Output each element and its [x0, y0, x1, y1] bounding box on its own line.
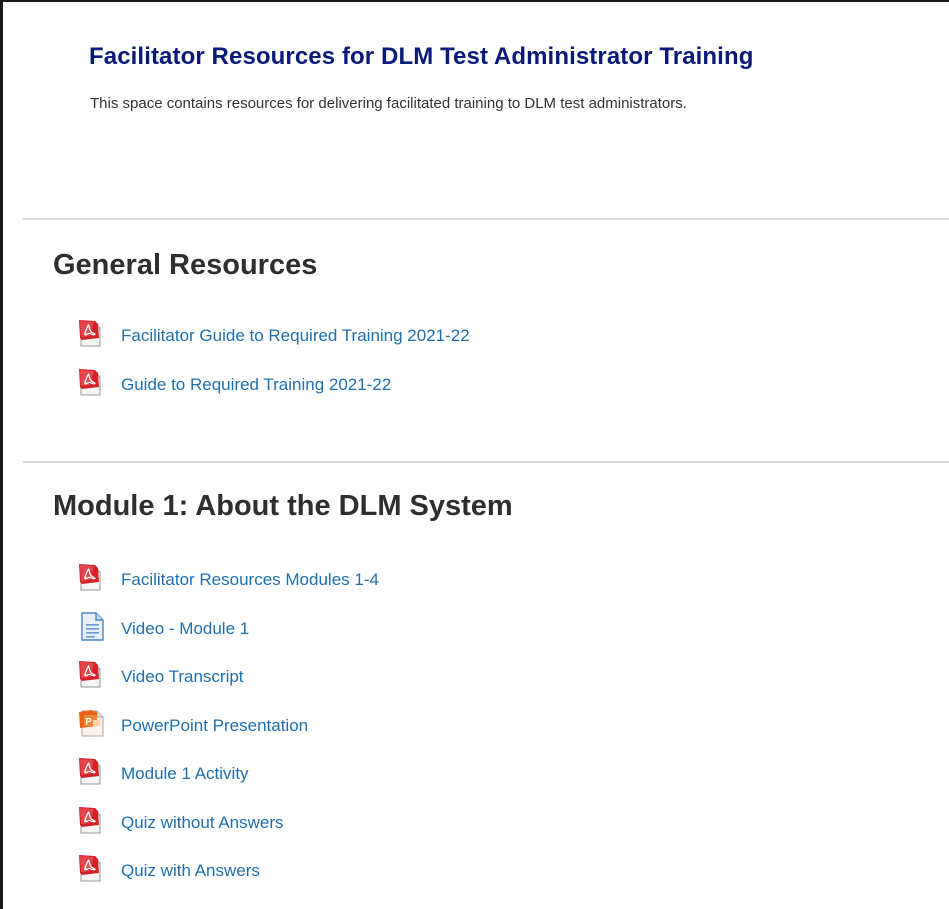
document-icon — [77, 611, 109, 643]
file-link-quiz-with-answers[interactable]: Quiz with Answers — [121, 861, 260, 881]
pdf-icon — [77, 756, 109, 788]
file-link-powerpoint-presentation[interactable]: PowerPoint Presentation — [121, 716, 308, 736]
pdf-icon — [77, 659, 109, 691]
pdf-icon — [77, 805, 109, 837]
file-link-video-module-1[interactable]: Video - Module 1 — [121, 619, 249, 639]
pdf-icon — [77, 562, 109, 594]
file-link-facilitator-guide[interactable]: Facilitator Guide to Required Training 2… — [121, 326, 470, 346]
file-link-quiz-without-answers[interactable]: Quiz without Answers — [121, 813, 284, 833]
section-heading-general-resources: General Resources — [53, 249, 318, 281]
page-title: Facilitator Resources for DLM Test Admin… — [89, 43, 754, 70]
file-link-facilitator-resources-modules[interactable]: Facilitator Resources Modules 1-4 — [121, 570, 379, 590]
section-heading-module-1: Module 1: About the DLM System — [53, 490, 513, 522]
file-link-module-1-activity[interactable]: Module 1 Activity — [121, 764, 249, 784]
pdf-icon — [77, 318, 109, 350]
page-subtitle: This space contains resources for delive… — [90, 95, 687, 112]
pdf-icon — [77, 853, 109, 885]
file-link-video-transcript[interactable]: Video Transcript — [121, 667, 244, 687]
file-link-guide-required-training[interactable]: Guide to Required Training 2021-22 — [121, 375, 391, 395]
page-frame: Facilitator Resources for DLM Test Admin… — [0, 0, 949, 909]
section-divider — [23, 461, 949, 463]
pdf-icon — [77, 367, 109, 399]
section-divider — [23, 218, 949, 220]
powerpoint-icon — [77, 708, 109, 740]
